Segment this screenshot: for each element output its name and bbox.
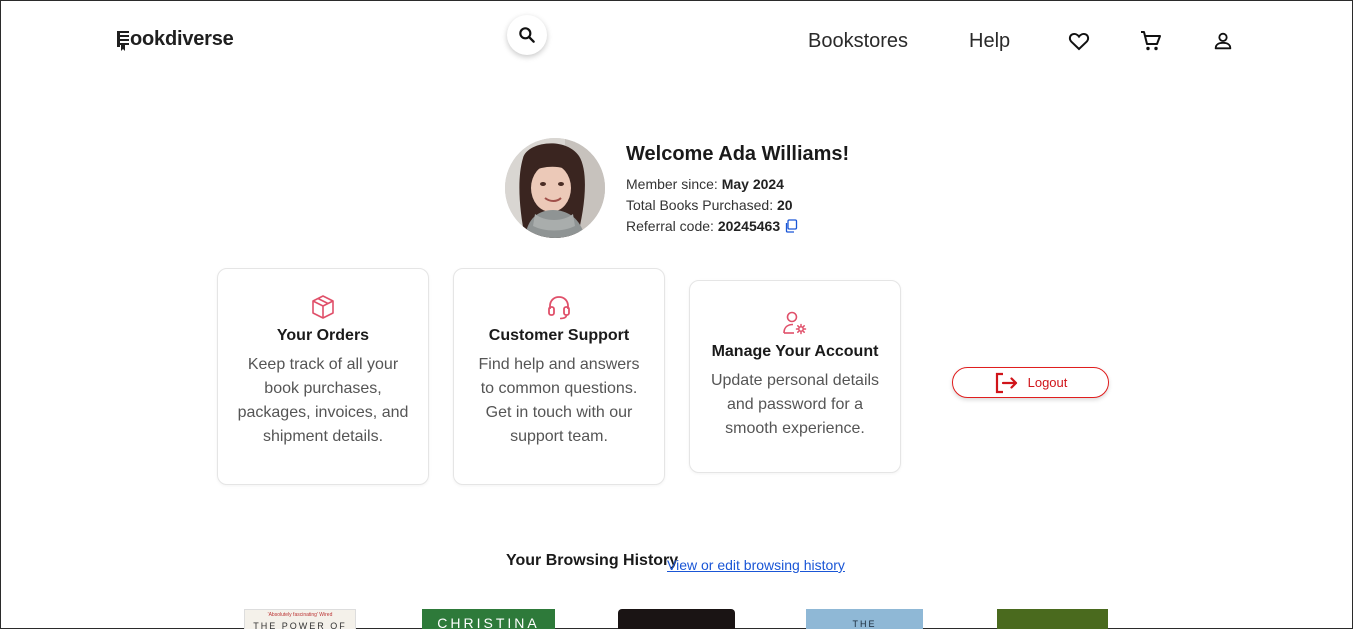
- wishlist-button[interactable]: [1067, 29, 1091, 53]
- your-orders-card[interactable]: Your Orders Keep track of all your book …: [217, 268, 429, 485]
- history-book[interactable]: 'Absolutely fascinating' Wired THE POWER…: [244, 609, 356, 629]
- heart-icon: [1068, 32, 1090, 51]
- cart-icon: [1141, 31, 1161, 51]
- site-logo[interactable]: ookdiverse: [117, 28, 234, 51]
- account-button[interactable]: [1211, 29, 1235, 53]
- history-book[interactable]: [997, 609, 1108, 629]
- logout-icon: [995, 372, 1017, 393]
- total-books-purchased: Total Books Purchased: 20: [626, 197, 793, 213]
- book-logo-icon: [117, 30, 129, 51]
- referral-code: Referral code: 20245463: [626, 218, 798, 234]
- member-since-value: May 2024: [721, 176, 784, 192]
- card-description: Find help and answers to common question…: [478, 356, 640, 445]
- manage-account-card[interactable]: Manage Your Account Update personal deta…: [689, 280, 901, 473]
- user-icon: [1214, 32, 1232, 50]
- logout-label: Logout: [1027, 375, 1068, 390]
- search-button[interactable]: [507, 15, 547, 55]
- book-cover-text: CHRISTINA: [437, 615, 540, 629]
- edit-browsing-history-link[interactable]: View or edit browsing history: [667, 557, 845, 573]
- history-book[interactable]: [618, 609, 735, 629]
- box-icon: [312, 295, 334, 319]
- logo-text: ookdiverse: [130, 28, 234, 50]
- card-title: Customer Support: [488, 327, 630, 344]
- browsing-history-title: Your Browsing History: [506, 552, 679, 569]
- cart-button[interactable]: [1139, 29, 1163, 53]
- profile-avatar: [505, 138, 605, 238]
- welcome-heading: Welcome Ada Williams!: [626, 143, 850, 165]
- card-description: Keep track of all your book purchases, p…: [237, 356, 409, 445]
- headset-icon: [548, 296, 570, 320]
- book-cover-text: THE: [852, 619, 877, 629]
- total-books-value: 20: [776, 197, 793, 213]
- history-book[interactable]: THE: [806, 609, 923, 629]
- search-icon: [519, 27, 535, 43]
- user-settings-icon: [783, 311, 807, 335]
- book-cover-text: [997, 609, 1108, 619]
- history-book[interactable]: CHRISTINA: [422, 609, 555, 629]
- card-title: Manage Your Account: [711, 343, 879, 360]
- nav-bookstores-link[interactable]: Bookstores: [808, 30, 908, 53]
- card-description: Update personal details and password for…: [710, 372, 880, 437]
- book-cover-text: [618, 609, 735, 619]
- card-title: Your Orders: [276, 327, 370, 344]
- nav-help-link[interactable]: Help: [969, 30, 1010, 53]
- copy-icon[interactable]: [784, 219, 798, 233]
- logout-button[interactable]: Logout: [952, 367, 1109, 398]
- book-cover-note: 'Absolutely fascinating' Wired: [267, 612, 333, 618]
- customer-support-card[interactable]: Customer Support Find help and answers t…: [453, 268, 665, 485]
- member-since: Member since: May 2024: [626, 176, 784, 192]
- referral-code-value: 20245463: [717, 218, 781, 234]
